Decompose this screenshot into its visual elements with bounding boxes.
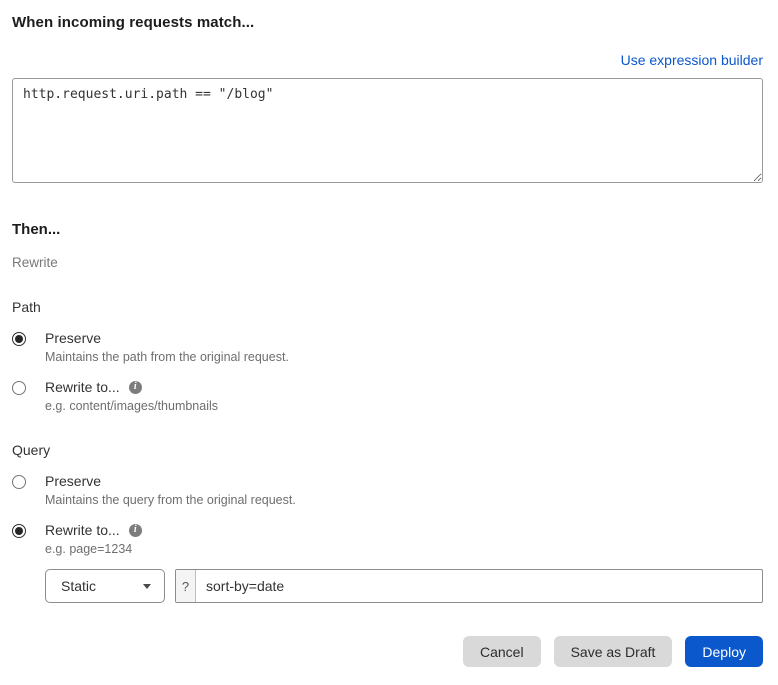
cancel-button[interactable]: Cancel xyxy=(462,636,541,667)
path-rewrite-row: Rewrite to... e.g. content/images/thumbn… xyxy=(12,379,763,413)
builder-link-row: Use expression builder xyxy=(12,52,763,70)
use-expression-builder-link[interactable]: Use expression builder xyxy=(621,52,763,68)
query-rewrite-description: e.g. page=1234 xyxy=(45,542,133,556)
rule-editor: When incoming requests match... Use expr… xyxy=(0,14,778,603)
path-rewrite-label: Rewrite to... xyxy=(45,379,120,395)
value-type-selected: Static xyxy=(61,578,97,594)
query-rewrite-radio[interactable] xyxy=(12,524,26,538)
path-rewrite-description: e.g. content/images/thumbnails xyxy=(45,399,219,413)
path-preserve-description: Maintains the path from the original req… xyxy=(45,350,289,364)
query-value-group: ? xyxy=(175,569,763,603)
path-section-label: Path xyxy=(12,299,41,315)
query-preserve-radio[interactable] xyxy=(12,475,26,489)
expression-editor-textarea[interactable]: http.request.uri.path == "/blog" xyxy=(12,78,763,183)
action-label: Rewrite xyxy=(12,255,58,270)
info-icon[interactable] xyxy=(128,380,142,394)
deploy-button[interactable]: Deploy xyxy=(685,636,763,667)
path-preserve-radio[interactable] xyxy=(12,332,26,346)
query-rewrite-label: Rewrite to... xyxy=(45,522,120,538)
query-preserve-row: Preserve Maintains the query from the or… xyxy=(12,473,763,507)
path-preserve-row: Preserve Maintains the path from the ori… xyxy=(12,330,763,364)
footer-actions: Cancel Save as Draft Deploy xyxy=(462,636,763,667)
query-section-label: Query xyxy=(12,442,51,458)
then-heading: Then... xyxy=(12,221,61,238)
query-rewrite-controls: Static ? xyxy=(45,569,763,603)
chevron-down-icon xyxy=(143,583,151,589)
query-preserve-description: Maintains the query from the original re… xyxy=(45,493,296,507)
query-preserve-label: Preserve xyxy=(45,473,102,489)
match-heading: When incoming requests match... xyxy=(12,14,255,31)
info-icon[interactable] xyxy=(128,523,142,537)
query-prefix-badge: ? xyxy=(176,570,196,602)
path-preserve-label: Preserve xyxy=(45,330,102,346)
path-rewrite-radio[interactable] xyxy=(12,381,26,395)
query-rewrite-row: Rewrite to... e.g. page=1234 xyxy=(12,522,763,556)
query-value-input[interactable] xyxy=(196,570,762,602)
save-as-draft-button[interactable]: Save as Draft xyxy=(553,636,673,667)
value-type-select[interactable]: Static xyxy=(45,569,165,603)
